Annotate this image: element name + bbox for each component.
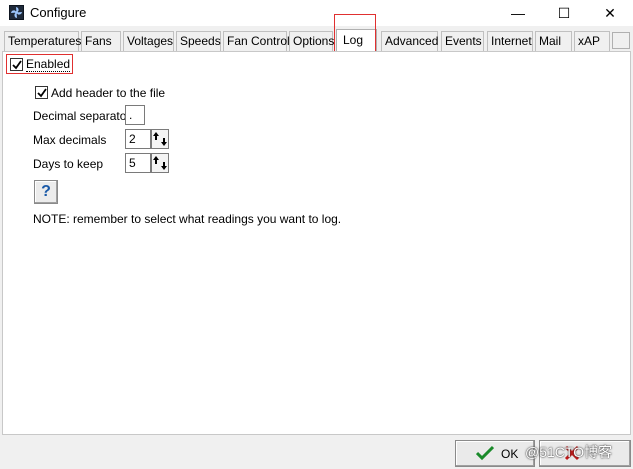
tab-xap[interactable]: xAP bbox=[574, 31, 610, 51]
ok-button[interactable]: OK bbox=[455, 440, 535, 467]
minimize-button[interactable]: — bbox=[495, 0, 541, 26]
tab-label: Internet bbox=[491, 34, 532, 48]
max-decimals-spinner[interactable] bbox=[151, 129, 169, 149]
add-header-label: Add header to the file bbox=[51, 86, 166, 100]
max-decimals-label: Max decimals bbox=[33, 133, 107, 147]
maximize-icon: ☐ bbox=[557, 4, 571, 21]
close-button[interactable]: ✕ bbox=[587, 0, 633, 26]
ok-label: OK bbox=[501, 447, 519, 461]
decimal-separator-label: Decimal separator bbox=[33, 109, 131, 123]
window-title: Configure bbox=[30, 5, 87, 20]
tab-fan-control[interactable]: Fan Control bbox=[223, 31, 290, 51]
up-down-arrows-icon bbox=[153, 156, 167, 170]
tab-speeds[interactable]: Speeds bbox=[176, 31, 221, 51]
tab-scroll-buttons[interactable] bbox=[612, 32, 630, 49]
question-mark-icon: ? bbox=[41, 183, 51, 200]
tab-internet[interactable]: Internet bbox=[487, 31, 533, 51]
tab-label: Log bbox=[343, 33, 364, 47]
close-icon: ✕ bbox=[604, 4, 616, 21]
days-to-keep-label: Days to keep bbox=[33, 157, 104, 171]
enabled-label: Enabled bbox=[26, 57, 71, 72]
tab-label: xAP bbox=[578, 34, 601, 48]
help-button[interactable]: ? bbox=[34, 180, 58, 204]
tab-label: Mail bbox=[539, 34, 562, 48]
add-header-checkbox[interactable] bbox=[35, 86, 48, 99]
checkmark-icon bbox=[12, 60, 22, 70]
tab-events[interactable]: Events bbox=[441, 31, 484, 51]
tab-voltages[interactable]: Voltages bbox=[123, 31, 174, 51]
minimize-icon: — bbox=[511, 5, 525, 21]
checkmark-icon bbox=[37, 88, 47, 98]
tab-label: Voltages bbox=[127, 34, 174, 48]
green-check-icon bbox=[476, 445, 494, 461]
app-fan-icon bbox=[9, 5, 24, 20]
up-down-arrows-icon bbox=[153, 132, 167, 146]
tab-label: Events bbox=[445, 34, 482, 48]
enabled-checkbox[interactable] bbox=[10, 58, 23, 71]
maximize-button[interactable]: ☐ bbox=[541, 0, 587, 26]
tab-advanced[interactable]: Advanced bbox=[381, 31, 438, 51]
tab-mail[interactable]: Mail bbox=[535, 31, 572, 51]
tab-log[interactable]: Log bbox=[336, 29, 377, 52]
tab-label: Speeds bbox=[180, 34, 221, 48]
tab-temperatures[interactable]: Temperatures bbox=[4, 31, 82, 51]
title-bar: Configure — ☐ ✕ bbox=[0, 0, 633, 26]
tab-label: Fans bbox=[85, 34, 112, 48]
max-decimals-input[interactable]: 2 bbox=[125, 129, 151, 149]
tab-label: Advanced bbox=[385, 34, 439, 48]
tab-label: Options bbox=[293, 34, 335, 48]
tab-label: Temperatures bbox=[8, 34, 82, 48]
decimal-separator-input[interactable]: . bbox=[125, 105, 145, 125]
tab-label: Fan Control bbox=[227, 34, 290, 48]
log-note: NOTE: remember to select what readings y… bbox=[33, 212, 342, 226]
days-to-keep-input[interactable]: 5 bbox=[125, 153, 151, 173]
tab-strip: Temperatures Fans Voltages Speeds Fan Co… bbox=[0, 29, 633, 52]
tab-fans[interactable]: Fans bbox=[81, 31, 121, 51]
tab-options[interactable]: Options bbox=[289, 31, 335, 51]
watermark: @51CTO博客 bbox=[525, 444, 613, 460]
days-to-keep-spinner[interactable] bbox=[151, 153, 169, 173]
